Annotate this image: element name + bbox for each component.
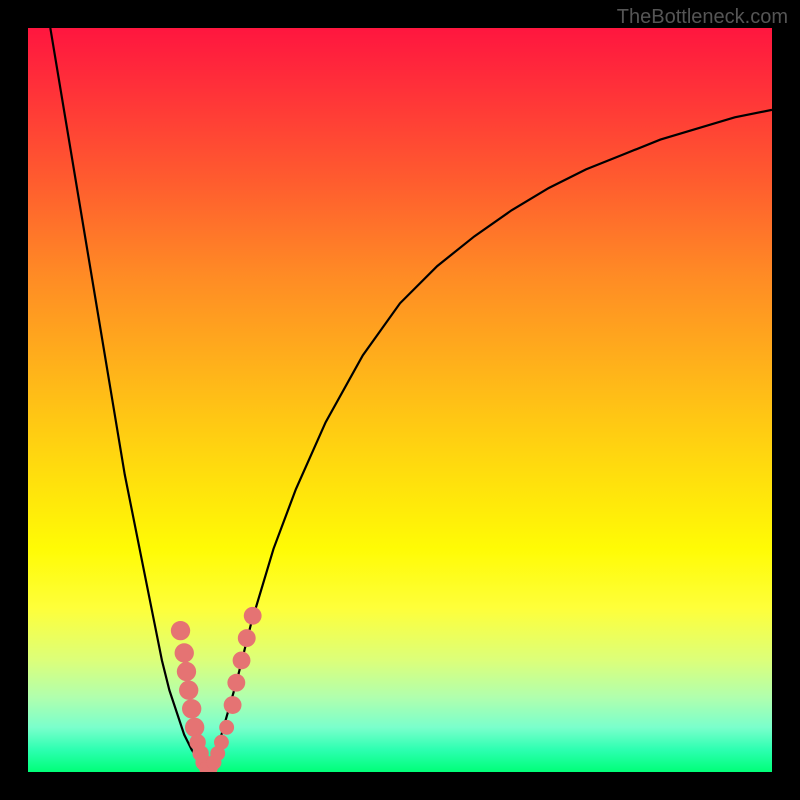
- marker-dot: [175, 643, 194, 662]
- marker-dot: [177, 662, 196, 681]
- marker-dot: [182, 699, 201, 718]
- watermark-text: TheBottleneck.com: [617, 6, 788, 29]
- marker-dot: [244, 607, 262, 625]
- chart-container: TheBottleneck.com: [0, 0, 800, 800]
- curve-right-arm: [207, 110, 772, 772]
- marker-dot: [233, 651, 251, 669]
- marker-dot: [238, 629, 256, 647]
- marker-dot: [214, 735, 229, 750]
- marker-dots: [171, 607, 262, 772]
- marker-dot: [224, 696, 242, 714]
- marker-dot: [171, 621, 190, 640]
- marker-dot: [227, 674, 245, 692]
- marker-dot: [219, 720, 234, 735]
- curve-lines: [50, 28, 772, 772]
- marker-dot: [185, 718, 204, 737]
- marker-dot: [179, 680, 198, 699]
- plot-area: [28, 28, 772, 772]
- chart-svg: [28, 28, 772, 772]
